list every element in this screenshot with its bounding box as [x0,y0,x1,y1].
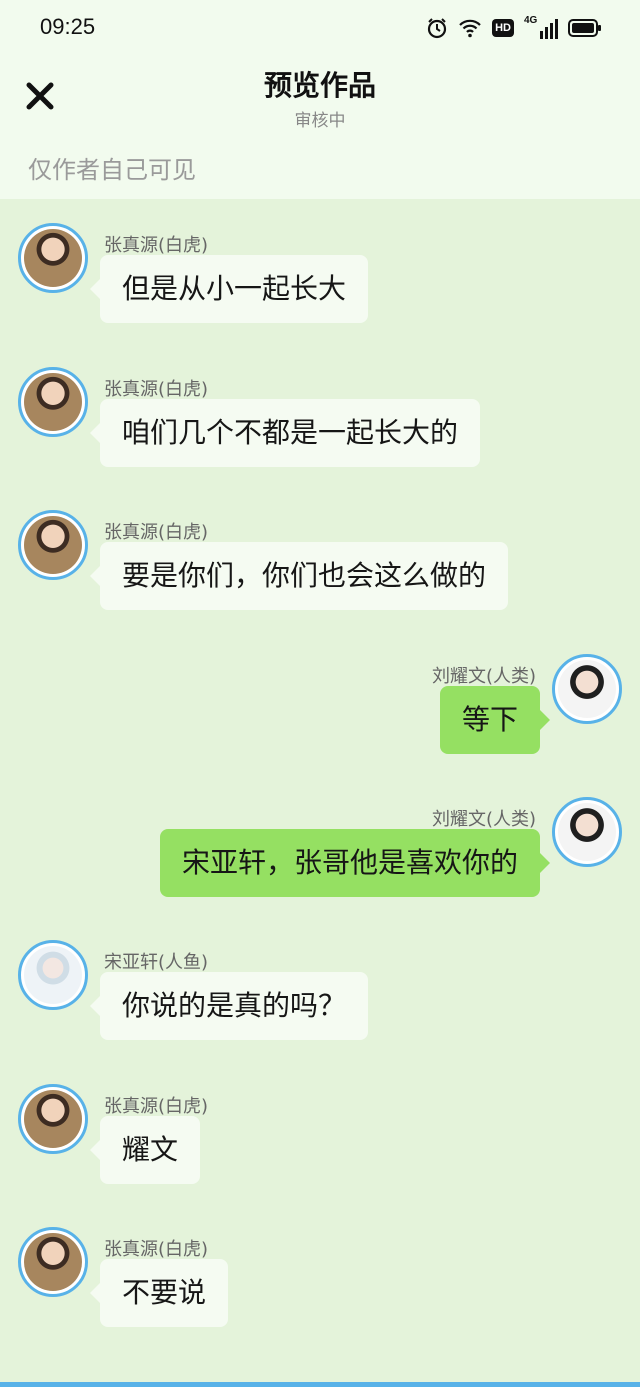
alarm-icon [428,18,447,39]
sender-name: 刘耀文(人类) [431,809,536,830]
battery-icon [568,19,601,37]
sender-name: 张真源(白虎) [104,379,209,400]
sender-name: 张真源(白虎) [104,235,209,256]
avatar[interactable] [18,367,88,437]
message-bubble[interactable]: 等下 [439,686,551,754]
message-bubble[interactable]: 但是从小一起长大 [89,255,369,323]
avatar[interactable] [18,1084,88,1154]
message-bubble[interactable]: 耀文 [89,1116,201,1184]
status-bar: 09:25 HD 4G [0,0,640,56]
message-bubble[interactable]: 宋亚轩，张哥他是喜欢你的 [159,829,551,897]
avatar[interactable] [18,223,88,293]
avatar[interactable] [18,1227,88,1297]
hd-icon: HD [492,19,514,37]
wifi-icon [459,19,481,38]
chat-message-list[interactable]: 张真源(白虎) 但是从小一起长大 张真源(白虎) 咱们几个不都是一起长大的 张真… [0,199,640,1387]
sender-name: 张真源(白虎) [104,1239,209,1260]
message-bubble[interactable]: 要是你们，你们也会这么做的 [89,542,509,610]
sender-name: 宋亚轩(人鱼) [104,952,209,973]
review-status: 审核中 [294,111,346,131]
signal-icon: 4G [524,15,558,39]
avatar[interactable] [18,940,88,1010]
sender-name: 张真源(白虎) [104,1096,209,1117]
avatar[interactable] [18,510,88,580]
sender-name: 刘耀文(人类) [431,666,536,687]
page-title: 预览作品 [263,69,376,102]
message-bubble[interactable]: 咱们几个不都是一起长大的 [89,399,481,467]
message-bubble[interactable]: 不要说 [89,1259,229,1327]
top-header-area: 09:25 HD 4G 预览作品 审核中 仅作者自己可见 [0,0,640,199]
avatar[interactable] [552,797,622,867]
visibility-note: 仅作者自己可见 [28,156,196,184]
bottom-strip [0,1382,640,1387]
avatar[interactable] [552,654,622,724]
sender-name: 张真源(白虎) [104,522,209,543]
network-type-label: 4G [524,15,538,26]
message-bubble[interactable]: 你说的是真的吗？ [89,972,369,1040]
status-icons: HD 4G [426,15,602,41]
status-time: 09:25 [40,14,96,39]
